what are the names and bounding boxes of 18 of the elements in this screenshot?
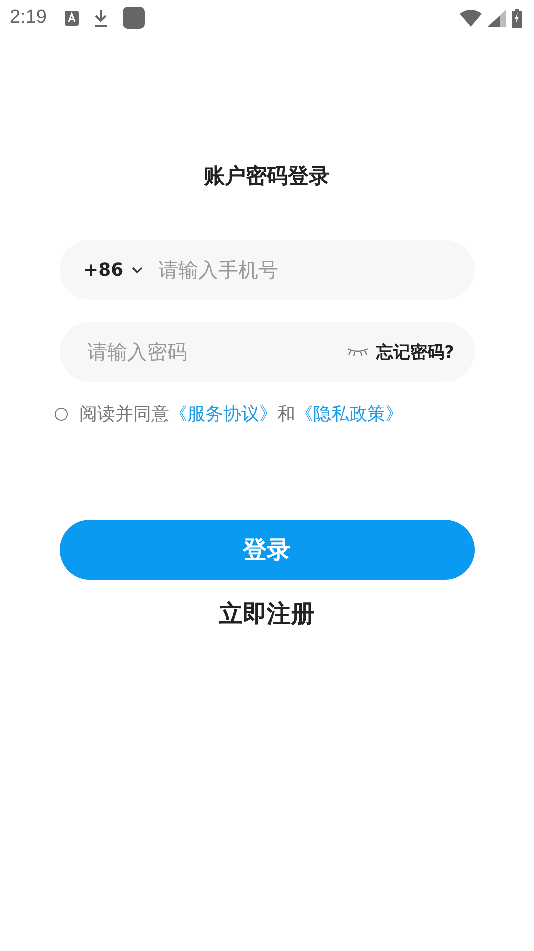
closed-eye-icon[interactable] [346, 348, 369, 356]
app-icon [122, 7, 145, 29]
conjunction-text: 和 [278, 403, 296, 426]
page-title: 账户密码登录 [204, 163, 330, 190]
keyboard-icon [64, 10, 79, 26]
agreement-checkbox[interactable] [54, 408, 68, 420]
wifi-icon [460, 10, 482, 26]
forgot-password-link[interactable]: 忘记密码? [376, 340, 454, 364]
chevron-down-icon[interactable] [132, 266, 143, 274]
agreement-text: 阅读并同意 [80, 403, 170, 426]
download-icon [92, 9, 109, 27]
signal-icon [488, 10, 506, 26]
battery-icon [512, 8, 522, 28]
phone-field[interactable]: +86 请输入手机号 [60, 240, 474, 300]
country-code[interactable]: +86 [84, 260, 124, 280]
clock-time: 2:19 [10, 7, 47, 29]
register-link[interactable]: 立即注册 [219, 598, 315, 630]
password-field[interactable]: 请输入密码 忘记密码? [60, 322, 474, 382]
